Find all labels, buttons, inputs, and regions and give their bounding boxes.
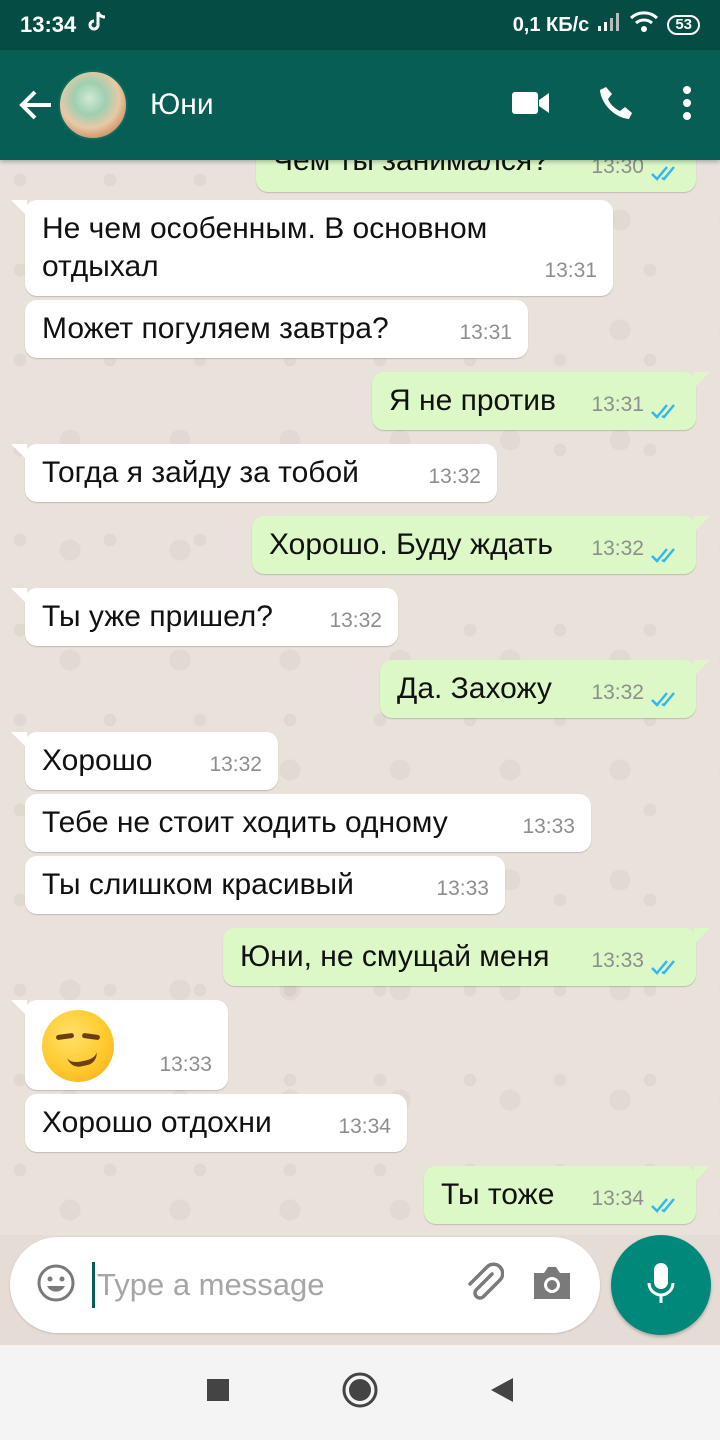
- message-text: Чем ты занимался?: [273, 160, 549, 177]
- message-bubble-outgoing[interactable]: Чем ты занимался? 13:30: [256, 160, 696, 192]
- read-ticks-icon: [651, 692, 675, 707]
- contact-name[interactable]: Юни: [150, 88, 214, 122]
- video-call-icon[interactable]: [512, 90, 550, 121]
- message-bubble-outgoing[interactable]: Ты тоже 13:34: [424, 1166, 710, 1224]
- home-circle-icon[interactable]: [341, 1371, 379, 1414]
- chat-header: Юни: [0, 50, 720, 160]
- message-bubble-incoming[interactable]: Хорошо отдохни 13:34: [25, 1094, 407, 1152]
- read-ticks-icon: [651, 404, 675, 419]
- read-ticks-icon: [651, 166, 675, 181]
- message-time: 13:31: [459, 321, 512, 344]
- signal-icon: [597, 12, 621, 38]
- message-bubble-outgoing[interactable]: Я не против 13:31: [372, 372, 710, 430]
- message-bubble-outgoing[interactable]: Да. Захожу 13:32: [380, 660, 710, 718]
- message-text: Тогда я зайду за тобой: [42, 456, 359, 489]
- message-text: Хорошо отдохни: [42, 1106, 272, 1139]
- text-caret: [92, 1262, 95, 1308]
- message-time: 13:32: [428, 465, 481, 488]
- attach-icon[interactable]: [462, 1262, 505, 1309]
- message-time: 13:32: [591, 537, 644, 560]
- message-bubble-incoming[interactable]: Хорошо 13:32: [11, 732, 278, 790]
- back-triangle-icon[interactable]: [489, 1376, 515, 1409]
- read-ticks-icon: [651, 1198, 675, 1213]
- message-bubble-incoming[interactable]: Может погуляем завтра? 13:31: [25, 300, 528, 358]
- battery-icon: 53: [667, 15, 700, 35]
- message-text: Я не против: [389, 384, 556, 417]
- emoji-icon[interactable]: [36, 1263, 76, 1308]
- recents-square-icon[interactable]: [205, 1377, 231, 1408]
- message-text: Не чем особенным. В основном отдыхал: [42, 212, 488, 283]
- message-time: 13:33: [159, 1053, 212, 1076]
- message-bubble-incoming[interactable]: Тебе не стоит ходить одному 13:33: [25, 794, 591, 852]
- message-composer: [10, 1237, 600, 1333]
- message-bubble-incoming[interactable]: 13:33: [11, 1000, 228, 1090]
- message-time: 13:31: [591, 393, 644, 416]
- mic-button[interactable]: [611, 1235, 711, 1335]
- smirking-face-emoji: [42, 1010, 114, 1082]
- tiktok-icon: [86, 10, 108, 40]
- more-vert-icon[interactable]: [682, 85, 692, 126]
- message-time: 13:34: [338, 1115, 391, 1138]
- message-list[interactable]: Чем ты занимался? 13:30 Не чем особенным…: [0, 160, 720, 1235]
- mic-icon: [646, 1261, 676, 1310]
- message-text: Хорошо: [42, 744, 153, 777]
- message-text: Хорошо. Буду ждать: [269, 528, 553, 561]
- message-bubble-incoming[interactable]: Тогда я зайду за тобой 13:32: [11, 444, 497, 502]
- back-arrow-icon[interactable]: [18, 87, 54, 123]
- camera-icon[interactable]: [530, 1263, 574, 1308]
- message-time: 13:31: [544, 259, 597, 282]
- message-text: Ты тоже: [441, 1178, 555, 1211]
- network-speed: 0,1 КБ/с: [512, 13, 590, 36]
- message-time: 13:30: [591, 160, 644, 178]
- message-time: 13:32: [209, 753, 262, 776]
- message-text: Юни, не смущай меня: [240, 940, 550, 973]
- phone-icon[interactable]: [598, 85, 634, 126]
- status-time: 13:34: [20, 12, 77, 37]
- message-text: Да. Захожу: [397, 672, 552, 705]
- message-time: 13:32: [591, 681, 644, 704]
- contact-avatar[interactable]: [58, 70, 128, 140]
- message-text: Может погуляем завтра?: [42, 312, 389, 345]
- wifi-icon: [629, 11, 659, 39]
- message-time: 13:33: [436, 877, 489, 900]
- message-bubble-incoming[interactable]: Ты уже пришел? 13:32: [11, 588, 398, 646]
- message-time: 13:33: [522, 815, 575, 838]
- message-bubble-outgoing[interactable]: Юни, не смущай меня 13:33: [223, 928, 710, 986]
- read-ticks-icon: [651, 548, 675, 563]
- message-bubble-incoming[interactable]: Не чем особенным. В основном отдыхал 13:…: [11, 200, 613, 296]
- status-bar: 13:34 0,1 КБ/с 53: [0, 0, 720, 50]
- message-time: 13:33: [591, 949, 644, 972]
- message-time: 13:34: [591, 1187, 644, 1210]
- message-input[interactable]: [97, 1267, 427, 1303]
- message-text: Ты уже пришел?: [42, 600, 273, 633]
- message-text: Ты слишком красивый: [42, 868, 354, 901]
- read-ticks-icon: [651, 960, 675, 975]
- message-text: Тебе не стоит ходить одному: [42, 806, 448, 839]
- system-nav-bar: [0, 1345, 720, 1440]
- message-bubble-outgoing[interactable]: Хорошо. Буду ждать 13:32: [252, 516, 710, 574]
- message-time: 13:32: [329, 609, 382, 632]
- message-bubble-incoming[interactable]: Ты слишком красивый 13:33: [25, 856, 505, 914]
